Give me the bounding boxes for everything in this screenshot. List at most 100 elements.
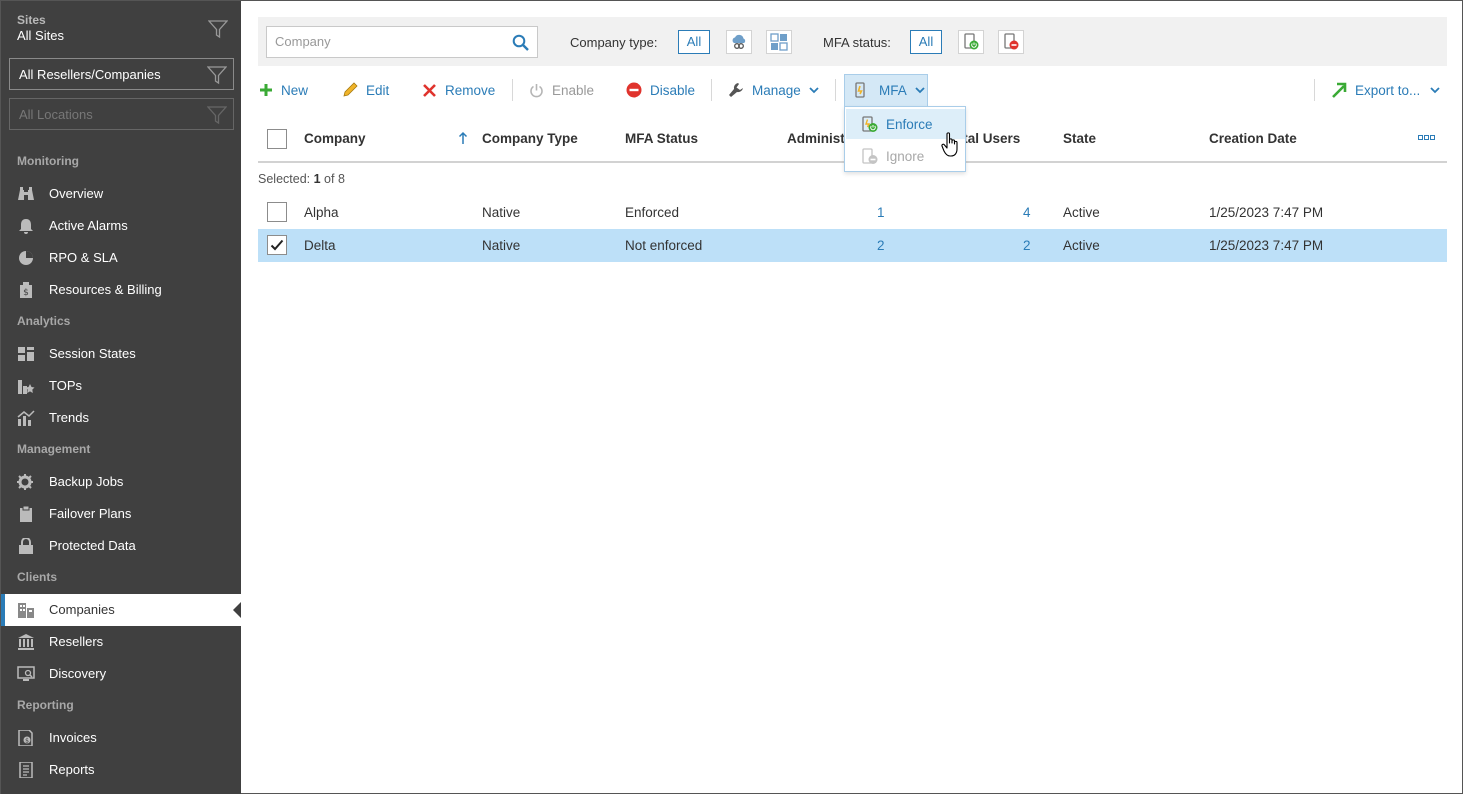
sidebar-item-label: Backup Jobs: [49, 474, 124, 489]
section-management: Management: [17, 442, 91, 456]
cell-mfa-status: Enforced: [625, 205, 680, 220]
enable-button-label: Enable: [552, 82, 595, 98]
column-chooser-icon[interactable]: [1418, 135, 1436, 141]
column-header-portal-users[interactable]: rtal Users: [958, 131, 1020, 146]
invoice-icon: $: [18, 730, 33, 746]
cell-portal-users-link[interactable]: 2: [1023, 238, 1031, 253]
search-icon[interactable]: [512, 34, 529, 51]
select-all-checkbox[interactable]: [267, 129, 287, 149]
sidebar-item-label: Resources & Billing: [49, 282, 162, 297]
sort-ascending-icon[interactable]: [458, 131, 468, 145]
sidebar-item-label: Companies: [49, 602, 115, 617]
cell-portal-users-link[interactable]: 4: [1023, 205, 1031, 220]
mfa-menu-enforce-label: Enforce: [886, 117, 933, 132]
sidebar-item-label: Resellers: [49, 634, 104, 649]
filter-icon[interactable]: [207, 65, 227, 85]
cell-state: Active: [1063, 205, 1100, 220]
chevron-down-icon: [915, 87, 925, 94]
edit-button[interactable]: Edit: [342, 79, 389, 101]
sidebar-item-tops[interactable]: TOPs: [1, 370, 241, 402]
toolbar-separator: [1314, 79, 1315, 101]
mfa-button[interactable]: MFA: [853, 79, 925, 101]
chevron-down-icon: [809, 87, 819, 94]
sidebar-item-label: RPO & SLA: [49, 250, 118, 265]
sidebar: Sites All Sites All Resellers/Companies …: [1, 1, 241, 794]
mfa-status-all-toggle[interactable]: All: [910, 30, 942, 54]
hand-cursor-icon: [941, 132, 958, 157]
buildings-icon: [18, 603, 34, 618]
company-search-input[interactable]: [275, 34, 505, 49]
svg-text:$: $: [25, 738, 29, 745]
row-checkbox[interactable]: [267, 202, 287, 222]
mfa-status-label: MFA status:: [823, 35, 891, 50]
sidebar-item-label: Session States: [49, 346, 136, 361]
mfa-not-enforced-toggle[interactable]: [998, 30, 1024, 54]
dashboard-grid-icon: [18, 347, 34, 361]
sidebar-item-label: Protected Data: [49, 538, 136, 553]
sidebar-item-protected-data[interactable]: Protected Data: [1, 530, 241, 562]
column-header-administrators[interactable]: Administ: [787, 131, 845, 146]
clipboard-icon: [20, 506, 32, 522]
sidebar-item-backup-jobs[interactable]: Backup Jobs: [1, 466, 241, 498]
gear-icon: [17, 474, 33, 490]
sidebar-item-label: Discovery: [49, 666, 107, 681]
column-header-company-type[interactable]: Company Type: [482, 131, 578, 146]
sidebar-item-rpo-sla[interactable]: RPO & SLA: [1, 242, 241, 274]
remove-button[interactable]: Remove: [422, 79, 495, 101]
filter-icon[interactable]: [208, 19, 228, 39]
row-checkbox[interactable]: [267, 235, 287, 255]
column-header-state[interactable]: State: [1063, 131, 1096, 146]
table-row[interactable]: Alpha Native Enforced 1 4 Active 1/25/20…: [258, 196, 1447, 229]
sidebar-item-resellers[interactable]: Resellers: [1, 626, 241, 658]
power-icon: [530, 83, 543, 97]
selection-count: 1: [313, 172, 321, 186]
sites-selector[interactable]: Sites All Sites: [17, 13, 64, 43]
column-header-creation-date[interactable]: Creation Date: [1209, 131, 1297, 146]
mfa-ignore-icon: [862, 148, 878, 164]
sidebar-item-session-states[interactable]: Session States: [1, 338, 241, 370]
sidebar-item-invoices[interactable]: $ Invoices: [1, 722, 241, 754]
export-button[interactable]: Export to...: [1331, 79, 1440, 101]
sidebar-item-reports[interactable]: Reports: [1, 754, 241, 786]
column-header-company[interactable]: Company: [304, 131, 366, 146]
sidebar-item-resources-billing[interactable]: $ Resources & Billing: [1, 274, 241, 306]
filter-bar: Company type: All MFA status: All: [258, 17, 1447, 66]
new-button[interactable]: New: [259, 79, 308, 101]
selection-suffix: of 8: [324, 172, 345, 186]
sidebar-item-active-alarms[interactable]: Active Alarms: [1, 210, 241, 242]
mfa-not-enforced-icon: [1004, 33, 1019, 50]
filter-icon[interactable]: [207, 105, 227, 125]
company-search-box[interactable]: [266, 26, 538, 58]
sidebar-item-failover-plans[interactable]: Failover Plans: [1, 498, 241, 530]
cell-creation-date: 1/25/2023 7:47 PM: [1209, 238, 1324, 253]
close-icon: [423, 83, 436, 97]
selection-prefix: Selected:: [258, 172, 311, 186]
cell-administrators-link[interactable]: 1: [877, 205, 885, 220]
sidebar-item-companies[interactable]: Companies: [1, 594, 241, 626]
column-header-mfa-status[interactable]: MFA Status: [625, 131, 698, 146]
bank-icon: [18, 634, 34, 650]
mfa-button-label: MFA: [879, 82, 907, 98]
cell-company-type: Native: [482, 205, 521, 220]
sidebar-item-label: Active Alarms: [49, 218, 128, 233]
pencil-icon: [343, 82, 358, 97]
sidebar-item-label: Reports: [49, 762, 95, 777]
company-type-managed-toggle[interactable]: [766, 30, 792, 54]
reseller-company-select-value: All Resellers/Companies: [19, 67, 161, 82]
reseller-company-select[interactable]: All Resellers/Companies: [9, 58, 234, 90]
company-type-hosted-toggle[interactable]: [726, 30, 752, 54]
sidebar-item-overview[interactable]: Overview: [1, 178, 241, 210]
location-select[interactable]: All Locations: [9, 98, 234, 130]
cell-administrators-link[interactable]: 2: [877, 238, 885, 253]
cell-company-type: Native: [482, 238, 521, 253]
mfa-enforced-toggle[interactable]: [958, 30, 984, 54]
table-row[interactable]: Delta Native Not enforced 2 2 Active 1/2…: [258, 229, 1447, 262]
mfa-enforced-icon: [964, 33, 979, 50]
enable-button[interactable]: Enable: [529, 79, 594, 101]
company-type-all-toggle[interactable]: All: [678, 30, 710, 54]
sidebar-item-discovery[interactable]: Discovery: [1, 658, 241, 690]
manage-button[interactable]: Manage: [728, 79, 819, 101]
disable-button[interactable]: Disable: [626, 79, 695, 101]
sidebar-item-trends[interactable]: Trends: [1, 402, 241, 434]
selection-info: Selected: 1 of 8: [258, 172, 345, 186]
